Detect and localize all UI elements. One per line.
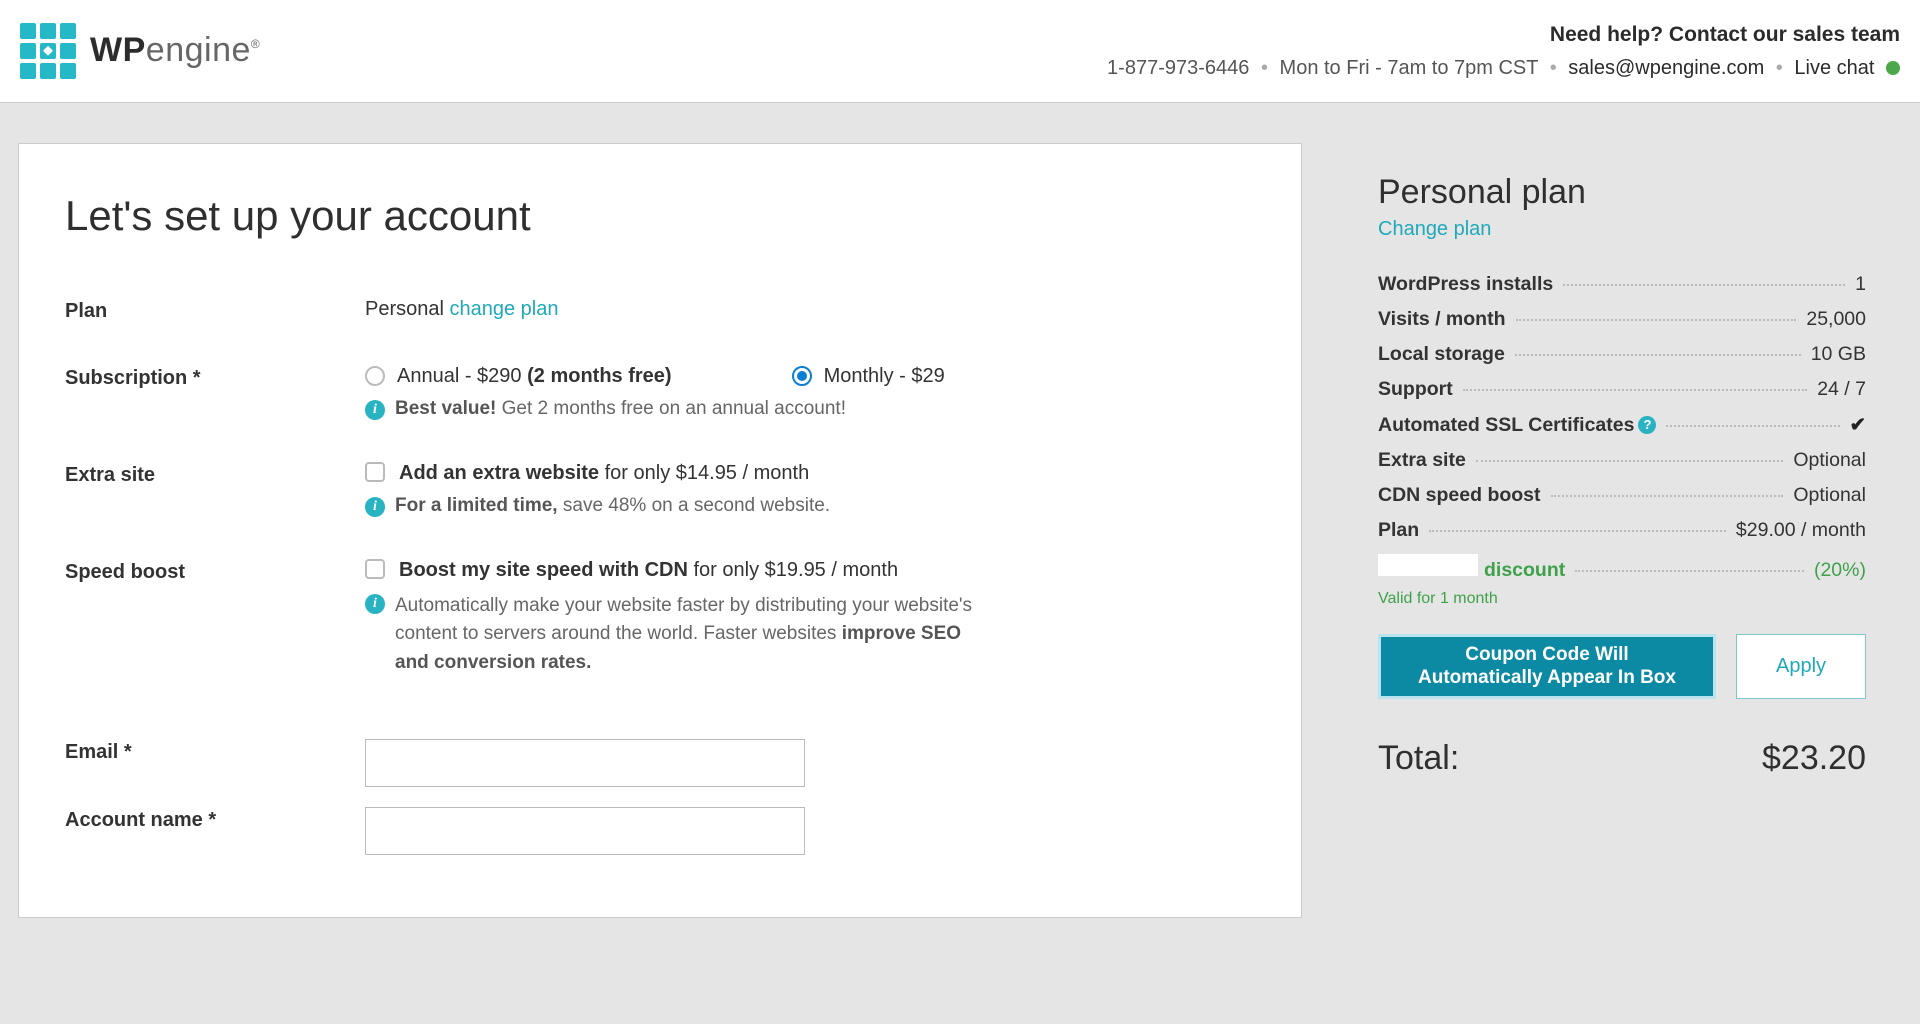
plan-summary-title: Personal plan: [1378, 173, 1866, 212]
detail-installs-label: WordPress installs: [1378, 273, 1553, 296]
detail-ssl-label: Automated SSL Certificates?: [1378, 414, 1656, 437]
header-contact: Need help? Contact our sales team 1-877-…: [1107, 18, 1900, 84]
detail-support-value: 24 / 7: [1817, 378, 1866, 401]
speed-boost-description: Automatically make your website faster b…: [395, 592, 995, 678]
live-chat-link[interactable]: Live chat: [1794, 57, 1874, 79]
account-name-field[interactable]: [365, 807, 805, 855]
detail-storage-value: 10 GB: [1811, 343, 1866, 366]
detail-visits-label: Visits / month: [1378, 308, 1506, 331]
change-plan-link[interactable]: change plan: [450, 298, 559, 320]
coupon-code-input[interactable]: Coupon Code Will Automatically Appear In…: [1378, 634, 1716, 700]
extra-site-option-label[interactable]: Add an extra website for only $14.95 / m…: [399, 462, 809, 485]
subscription-annual-label[interactable]: Annual - $290 (2 months free): [397, 365, 672, 388]
email-field[interactable]: [365, 739, 805, 787]
help-icon[interactable]: ?: [1638, 416, 1656, 434]
brand-name: WPengine®: [90, 31, 260, 70]
plan-value: Personal: [365, 298, 444, 320]
extra-site-info-text: For a limited time, save 48% on a second…: [395, 495, 830, 517]
discount-valid-note: Valid for 1 month: [1378, 590, 1866, 608]
subscription-info-text: Best value! Get 2 months free on an annu…: [395, 398, 846, 420]
check-icon: [1850, 413, 1866, 437]
live-chat-status-icon: [1886, 61, 1900, 75]
speed-boost-option-label[interactable]: Boost my site speed with CDN for only $1…: [399, 559, 898, 582]
detail-extra-value: Optional: [1793, 449, 1866, 472]
extra-site-label: Extra site: [65, 462, 365, 487]
account-setup-card: Let's set up your account Plan Personal …: [18, 143, 1302, 919]
extra-site-checkbox[interactable]: [365, 462, 385, 482]
detail-visits-value: 25,000: [1806, 308, 1866, 331]
plan-label: Plan: [65, 298, 365, 323]
detail-discount-label: discount: [1484, 559, 1565, 582]
detail-installs-value: 1: [1855, 273, 1866, 296]
total-label: Total:: [1378, 739, 1459, 778]
apply-coupon-button[interactable]: Apply: [1736, 634, 1866, 700]
subscription-monthly-radio[interactable]: [792, 366, 812, 386]
detail-discount-value: (20%): [1814, 559, 1866, 582]
email-label: Email *: [65, 739, 365, 764]
page-title: Let's set up your account: [65, 192, 1255, 240]
total-value: $23.20: [1762, 739, 1866, 778]
info-icon: i: [365, 497, 385, 517]
detail-plan-label: Plan: [1378, 519, 1419, 542]
detail-cdn-value: Optional: [1793, 484, 1866, 507]
detail-plan-value: $29.00 / month: [1736, 519, 1866, 542]
help-heading: Need help? Contact our sales team: [1107, 18, 1900, 52]
subscription-label: Subscription *: [65, 365, 365, 390]
contact-email-link[interactable]: sales@wpengine.com: [1568, 57, 1764, 79]
coupon-code-mask: [1378, 554, 1478, 576]
speed-boost-checkbox[interactable]: [365, 559, 385, 579]
contact-phone: 1-877-973-6446: [1107, 57, 1249, 79]
speed-boost-label: Speed boost: [65, 559, 365, 584]
account-name-label: Account name *: [65, 807, 365, 832]
detail-support-label: Support: [1378, 378, 1453, 401]
plan-summary-sidebar: Personal plan Change plan WordPress inst…: [1342, 143, 1902, 779]
detail-cdn-label: CDN speed boost: [1378, 484, 1541, 507]
logo-icon: [20, 23, 76, 79]
info-icon: i: [365, 594, 385, 614]
sidebar-change-plan-link[interactable]: Change plan: [1378, 218, 1491, 241]
detail-extra-label: Extra site: [1378, 449, 1466, 472]
subscription-annual-radio[interactable]: [365, 366, 385, 386]
info-icon: i: [365, 400, 385, 420]
detail-storage-label: Local storage: [1378, 343, 1505, 366]
brand-logo: WPengine®: [20, 23, 260, 79]
contact-hours: Mon to Fri - 7am to 7pm CST: [1280, 57, 1539, 79]
subscription-monthly-label[interactable]: Monthly - $29: [824, 365, 945, 388]
app-header: WPengine® Need help? Contact our sales t…: [0, 0, 1920, 103]
